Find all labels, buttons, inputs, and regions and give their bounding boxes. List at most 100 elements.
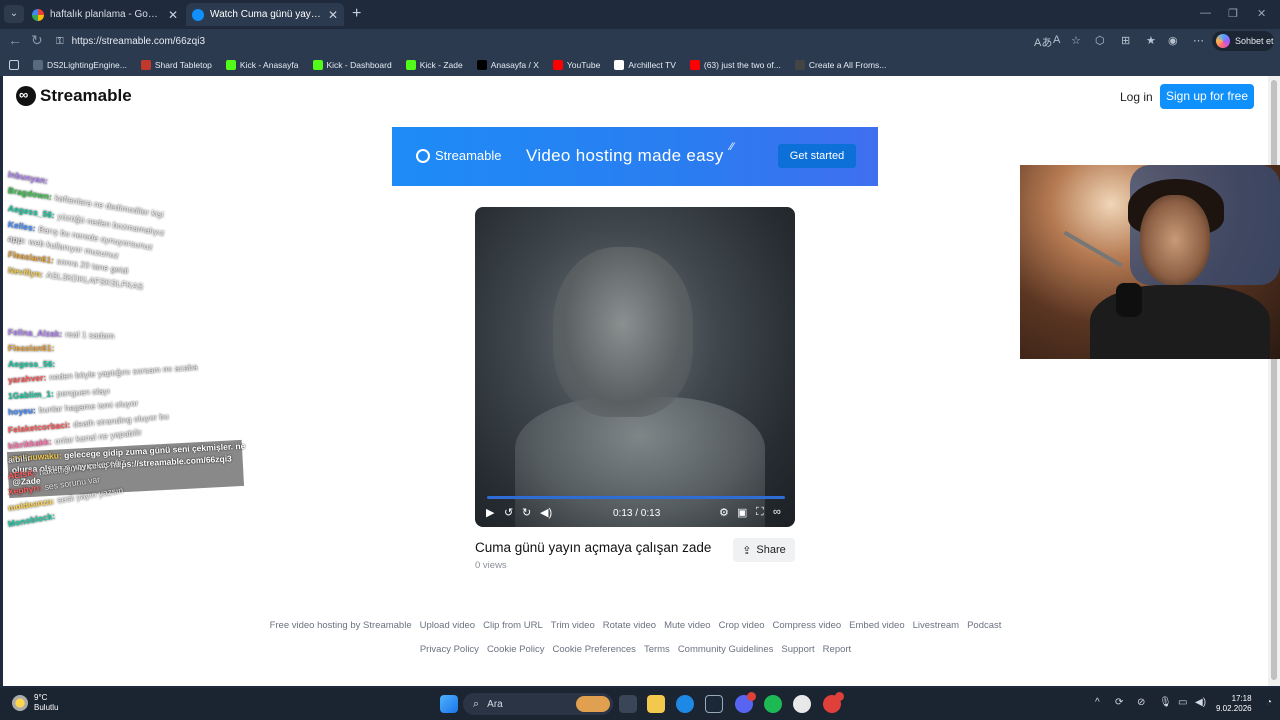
rewind-icon[interactable]: ↺ <box>504 506 513 519</box>
streamable-logo[interactable]: Streamable <box>16 86 132 106</box>
clock-time: 17:18 <box>1231 694 1252 703</box>
chat-message: Aegess_56: <box>8 359 58 369</box>
refresh-icon[interactable]: ↻ <box>31 32 43 49</box>
video-frame-face <box>553 247 693 417</box>
video-player[interactable]: ▶ ↺ ↻ ◀) 0:13 / 0:13 ⚙ ▣ ⛶ ∞ <box>475 207 795 527</box>
microphone-icon[interactable]: 🎙︎ <box>1159 697 1172 708</box>
bookmark-favicon-icon <box>689 59 700 70</box>
notifications-icon[interactable]: ◔ <box>1266 697 1272 708</box>
close-icon[interactable]: ✕ <box>168 8 178 22</box>
bookmark-item[interactable]: Create a All Froms... <box>794 59 886 70</box>
site-info-icon[interactable]: ⚿ <box>56 36 64 47</box>
system-clock[interactable]: 17:18 9.02.2026 <box>1216 694 1252 714</box>
banner-tagline: Video hosting made easy <box>526 146 724 165</box>
minimize-icon[interactable]: — <box>1200 7 1211 19</box>
footer-link[interactable]: Support <box>781 644 814 655</box>
footer-link[interactable]: Free video hosting by Streamable <box>270 620 412 631</box>
chat-text: real 1 sadam <box>65 329 115 341</box>
footer-link[interactable]: Mute video <box>664 620 710 631</box>
back-icon[interactable]: ← <box>8 32 22 48</box>
share-button[interactable]: ⇪ Share <box>733 538 795 562</box>
footer-link[interactable]: Trim video <box>551 620 595 631</box>
bookmark-item[interactable]: Kick - Dashboard <box>312 59 392 70</box>
search-icon: ⌕ <box>473 697 480 710</box>
unreal-engine-icon[interactable] <box>793 695 811 713</box>
copilot-button[interactable]: Sohbet et <box>1212 31 1274 51</box>
footer-link[interactable]: Clip from URL <box>483 620 543 631</box>
settings-gear-icon[interactable]: ⚙ <box>719 506 729 519</box>
favorite-star-icon[interactable]: ☆ <box>1071 34 1081 47</box>
tab-google-search[interactable]: haftalık planlama - Google'da Ara ✕ <box>26 3 184 26</box>
bookmark-item[interactable]: Kick - Anasayfa <box>225 59 299 70</box>
vpn-icon[interactable]: ⊘ <box>1137 697 1145 708</box>
weather-widget[interactable]: 9°C Bulutlu <box>12 693 58 713</box>
footer-link[interactable]: Crop video <box>719 620 765 631</box>
chat-username: 1Gablim_1: <box>7 388 55 401</box>
favorites-icon[interactable]: ★ <box>1146 34 1156 47</box>
profile-avatar-icon[interactable]: ◉ <box>1168 34 1178 47</box>
sync-icon[interactable]: ⟳ <box>1115 697 1123 708</box>
start-icon[interactable] <box>440 695 458 713</box>
address-bar[interactable]: ⚿ https://streamable.com/66zqi3 <box>50 31 1090 51</box>
collections-icon[interactable] <box>9 59 19 70</box>
network-icon[interactable]: ▭ <box>1178 697 1187 708</box>
bookmark-label: Kick - Dashboard <box>326 59 392 70</box>
footer-link[interactable]: Rotate video <box>603 620 656 631</box>
bookmark-item[interactable]: Anasayfa / X <box>476 59 539 70</box>
tray-overflow-icon[interactable]: ^ <box>1095 697 1100 708</box>
split-screen-icon[interactable]: ⊞ <box>1121 34 1130 47</box>
weather-desc: Bulutlu <box>34 703 59 712</box>
video-progress-bar[interactable] <box>487 496 785 499</box>
footer-link[interactable]: Cookie Preferences <box>553 644 636 655</box>
play-icon[interactable]: ▶ <box>486 506 494 519</box>
bookmark-item[interactable]: YouTube <box>552 59 600 70</box>
restore-icon[interactable]: ❐ <box>1228 7 1238 20</box>
bookmark-item[interactable]: Kick - Zade <box>405 59 463 70</box>
search-placeholder: Ara <box>487 698 503 710</box>
file-explorer-icon[interactable] <box>647 695 665 713</box>
footer-link[interactable]: Podcast <box>967 620 1001 631</box>
footer-link[interactable]: Upload video <box>420 620 475 631</box>
edge-icon[interactable] <box>676 695 694 713</box>
bookmark-label: Archillect TV <box>628 59 676 70</box>
forward-icon[interactable]: ↻ <box>522 506 531 519</box>
picture-in-picture-icon[interactable]: ▣ <box>737 506 747 519</box>
new-tab-button[interactable]: + <box>352 5 361 23</box>
more-menu-icon[interactable]: ⋯ <box>1193 34 1204 47</box>
chat-text: ASL3KDKLAFSKSLFKAS <box>45 269 144 292</box>
tab-streamable[interactable]: Watch Cuma günü yayın açmaya ç ✕ <box>186 3 344 26</box>
volume-icon[interactable]: ◀) <box>1195 697 1206 708</box>
footer-link[interactable]: Report <box>823 644 852 655</box>
bookmark-item[interactable]: DS2LightingEngine... <box>33 59 127 70</box>
chat-message: Fleaslan61: <box>8 343 57 353</box>
bookmark-item[interactable]: (63) just the two of... <box>689 59 781 70</box>
footer-link[interactable]: Terms <box>644 644 670 655</box>
chat-text: death stranding oluyor bu <box>72 410 170 430</box>
bookmark-item[interactable]: Shard Tabletop <box>140 59 212 70</box>
extensions-icon[interactable]: ⬡ <box>1095 34 1105 47</box>
signup-button[interactable]: Sign up for free <box>1160 84 1254 109</box>
close-icon[interactable]: ✕ <box>328 8 338 22</box>
fullscreen-icon[interactable]: ⛶ <box>756 506 764 519</box>
share-label: Share <box>756 544 786 556</box>
footer-link[interactable]: Cookie Policy <box>487 644 545 655</box>
footer-link[interactable]: Livestream <box>913 620 959 631</box>
close-window-icon[interactable]: ✕ <box>1257 7 1266 20</box>
read-aloud-icon[interactable]: A <box>1053 34 1060 46</box>
footer-link[interactable]: Embed video <box>849 620 904 631</box>
streamable-watermark-icon[interactable]: ∞ <box>773 506 781 518</box>
translate-icon[interactable]: Aあ <box>1034 34 1052 50</box>
task-view-icon[interactable] <box>619 695 637 713</box>
get-started-button[interactable]: Get started <box>778 144 856 168</box>
tab-actions-menu[interactable]: ⌄ <box>4 5 24 23</box>
footer-link[interactable]: Community Guidelines <box>678 644 774 655</box>
steam-icon[interactable] <box>705 695 723 713</box>
volume-icon[interactable]: ◀) <box>540 506 552 519</box>
sparkle-icon: ⁄⁄ <box>730 141 734 153</box>
promo-banner[interactable]: Streamable Video hosting made easy ⁄⁄ Ge… <box>392 127 878 186</box>
spotify-icon[interactable] <box>764 695 782 713</box>
login-link[interactable]: Log in <box>1120 90 1153 104</box>
footer-link[interactable]: Privacy Policy <box>420 644 479 655</box>
footer-link[interactable]: Compress video <box>773 620 842 631</box>
bookmark-item[interactable]: Archillect TV <box>614 59 676 70</box>
